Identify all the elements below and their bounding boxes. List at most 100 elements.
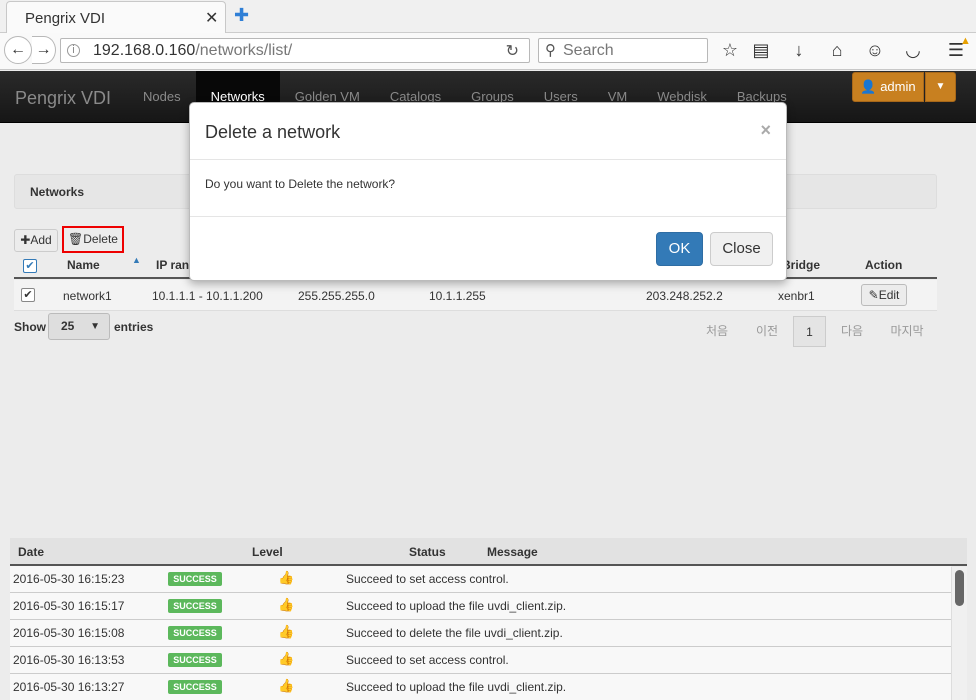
download-icon[interactable]: ↓ xyxy=(788,40,810,61)
status-badge: SUCCESS xyxy=(168,599,222,613)
add-label: Add xyxy=(30,233,52,247)
reload-icon[interactable]: ↻ xyxy=(506,41,519,61)
log-date: 2016-05-30 16:13:27 xyxy=(13,680,125,694)
smiley-icon[interactable]: ☺ xyxy=(864,40,886,61)
log-message: Succeed to upload the file uvdi_client.z… xyxy=(346,680,567,694)
new-tab-icon[interactable]: ✚ xyxy=(234,5,249,26)
entries-select[interactable]: 25 ▼ xyxy=(48,313,110,340)
status-badge: SUCCESS xyxy=(168,680,222,694)
row-checkbox[interactable]: ✔ xyxy=(21,288,35,302)
add-button[interactable]: ✚Add xyxy=(14,229,58,252)
status-badge: SUCCESS xyxy=(168,572,222,586)
log-date: 2016-05-30 16:15:08 xyxy=(13,626,125,640)
page-prev[interactable]: 이전 xyxy=(745,316,789,347)
modal-divider xyxy=(190,159,786,160)
page-last[interactable]: 마지막 xyxy=(882,316,932,347)
url-text: 192.168.0.160/networks/list/ xyxy=(93,42,293,59)
tab-title: Pengrix VDI xyxy=(25,10,106,27)
nav-nodes[interactable]: Nodes xyxy=(128,71,196,123)
page-first[interactable]: 처음 xyxy=(695,316,739,347)
back-icon[interactable]: ← xyxy=(4,36,32,64)
brand[interactable]: Pengrix VDI xyxy=(15,88,111,109)
log-message: Succeed to set access control. xyxy=(346,653,509,667)
thumbs-up-icon: 👍 xyxy=(278,678,295,693)
scrollbar-thumb[interactable] xyxy=(955,570,964,606)
log-row: 2016-05-30 16:15:17 SUCCESS 👍 Succeed to… xyxy=(10,593,951,620)
admin-label: admin xyxy=(880,79,916,94)
delete-label: Delete xyxy=(83,232,118,246)
browser-navbar: ← → i 192.168.0.160/networks/list/ ↻ ⚲ S… xyxy=(0,33,976,70)
log-col-date: Date xyxy=(18,545,45,559)
log-row: 2016-05-30 16:13:53 SUCCESS 👍 Succeed to… xyxy=(10,647,951,674)
thumbs-up-icon: 👍 xyxy=(278,651,295,666)
modal-title: Delete a network xyxy=(205,122,341,142)
col-name[interactable]: Name xyxy=(67,258,100,272)
show-label: Show xyxy=(14,320,46,334)
table-row: ✔ network1 10.1.1.1 - 10.1.1.200 255.255… xyxy=(14,280,937,311)
edit-icon: ✎ xyxy=(868,288,879,302)
url-bar[interactable]: i 192.168.0.160/networks/list/ ↻ xyxy=(60,38,530,63)
forward-icon[interactable]: → xyxy=(32,36,56,64)
browser-tab[interactable]: Pengrix VDI ✕ xyxy=(6,1,226,33)
log-col-level: Level xyxy=(252,545,283,559)
log-message: Succeed to upload the file uvdi_client.z… xyxy=(346,599,567,613)
page-next[interactable]: 다음 xyxy=(830,316,874,347)
cell-dns: 203.248.252.2 xyxy=(646,289,723,303)
log-col-message: Message xyxy=(487,545,538,559)
log-row: 2016-05-30 16:15:08 SUCCESS 👍 Succeed to… xyxy=(10,620,951,647)
trash-icon: 🗑 xyxy=(68,232,84,246)
thumbs-up-icon: 👍 xyxy=(278,624,295,639)
edit-label: Edit xyxy=(878,288,900,302)
edit-button[interactable]: ✎Edit xyxy=(861,284,907,306)
page-current[interactable]: 1 xyxy=(793,316,826,347)
log-header: Date Level Status Message xyxy=(10,538,967,566)
col-action: Action xyxy=(865,258,903,272)
cell-ip-range: 10.1.1.1 - 10.1.1.200 xyxy=(152,289,263,303)
log-row: 2016-05-30 16:15:23 SUCCESS 👍 Succeed to… xyxy=(10,566,951,593)
log-row: 2016-05-30 16:13:27 SUCCESS 👍 Succeed to… xyxy=(10,674,951,700)
modal-body: Do you want to Delete the network? xyxy=(205,177,396,191)
sort-asc-icon[interactable]: ▲ xyxy=(132,255,141,265)
search-icon: ⚲ xyxy=(545,42,556,59)
home-icon[interactable]: ⌂ xyxy=(826,40,848,61)
cell-bridge: xenbr1 xyxy=(778,289,815,303)
entries-value: 25 xyxy=(61,319,75,333)
status-badge: SUCCESS xyxy=(168,626,222,640)
admin-button[interactable]: 👤 admin xyxy=(852,72,924,102)
col-bridge[interactable]: Bridge xyxy=(782,258,820,272)
pocket-icon[interactable]: ◡ xyxy=(902,40,924,61)
close-button[interactable]: Close xyxy=(710,232,773,266)
col-ip-range[interactable]: IP ran xyxy=(156,258,189,272)
log-date: 2016-05-30 16:15:23 xyxy=(13,572,125,586)
log-date: 2016-05-30 16:13:53 xyxy=(13,653,125,667)
delete-network-modal: Delete a network × Do you want to Delete… xyxy=(189,102,787,281)
search-input[interactable]: ⚲ Search xyxy=(538,38,708,63)
close-tab-icon[interactable]: ✕ xyxy=(205,8,218,28)
status-badge: SUCCESS xyxy=(168,653,222,667)
search-placeholder: Search xyxy=(563,42,614,59)
plus-icon: ✚ xyxy=(20,233,31,247)
thumbs-up-icon: 👍 xyxy=(278,597,295,612)
delete-button[interactable]: 🗑Delete xyxy=(62,226,124,253)
modal-close-icon[interactable]: × xyxy=(760,120,771,141)
cell-name: network1 xyxy=(63,289,112,303)
warning-icon: ▲ xyxy=(960,35,971,47)
reading-list-icon[interactable]: ▤ xyxy=(750,40,772,61)
cell-netmask: 255.255.255.0 xyxy=(298,289,375,303)
select-all-checkbox[interactable]: ✔ xyxy=(23,259,37,273)
log-col-status: Status xyxy=(409,545,446,559)
ok-button[interactable]: OK xyxy=(656,232,703,266)
modal-divider xyxy=(190,216,786,217)
thumbs-up-icon: 👍 xyxy=(278,570,295,585)
log-message: Succeed to delete the file uvdi_client.z… xyxy=(346,626,563,640)
admin-dropdown-caret[interactable]: ▼ xyxy=(925,72,956,102)
cell-broadcast: 10.1.1.255 xyxy=(429,289,486,303)
panel-title: Networks xyxy=(30,185,85,199)
info-icon[interactable]: i xyxy=(67,44,80,57)
log-message: Succeed to set access control. xyxy=(346,572,509,586)
browser-tabbar: Pengrix VDI ✕ ✚ xyxy=(0,0,976,33)
entries-label: entries xyxy=(114,320,154,334)
log-scrollbar[interactable] xyxy=(951,567,967,700)
log-date: 2016-05-30 16:15:17 xyxy=(13,599,125,613)
bookmark-star-icon[interactable]: ☆ xyxy=(719,40,741,61)
